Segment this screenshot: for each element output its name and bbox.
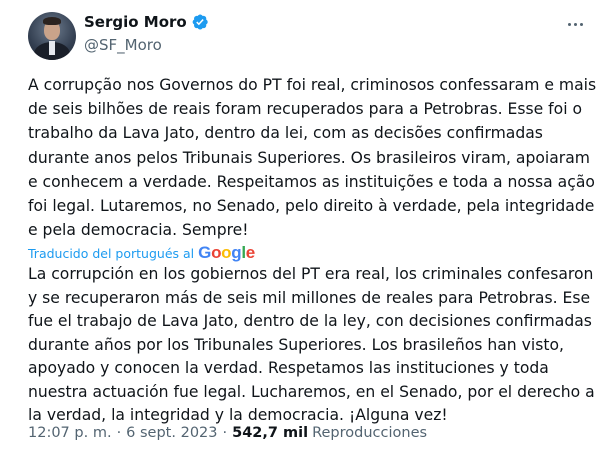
avatar-shirt [49,41,55,55]
tweet-card: Sergio Moro @SF_Moro A corrupção nos Gov… [0,0,607,452]
author-name-row: Sergio Moro [84,13,209,31]
more-options-icon[interactable] [565,14,585,34]
tweet-meta: 12:07 p. m. · 6 sept. 2023 · 542,7 mil R… [28,425,427,441]
views-label: Reproducciones [312,425,428,441]
avatar[interactable] [28,12,76,60]
google-logo: Google [198,243,255,262]
author-handle[interactable]: @SF_Moro [84,36,162,54]
meta-separator: · [222,425,228,441]
author-display-name[interactable]: Sergio Moro [84,13,187,31]
verified-badge-icon[interactable] [191,13,209,31]
translation-attribution[interactable]: Traducido del portugués al Google [28,243,255,263]
tweet-date[interactable]: 6 sept. 2023 [126,425,217,441]
tweet-time[interactable]: 12:07 p. m. [28,425,112,441]
tweet-text: A corrupção nos Governos do PT foi real,… [28,76,597,240]
translation-label: Traducido del portugués al [28,245,195,261]
translated-text: La corrupción en los gobiernos del PT er… [28,265,595,424]
avatar-hair [43,17,61,25]
meta-separator: · [116,425,122,441]
views-count: 542,7 mil [232,425,309,441]
